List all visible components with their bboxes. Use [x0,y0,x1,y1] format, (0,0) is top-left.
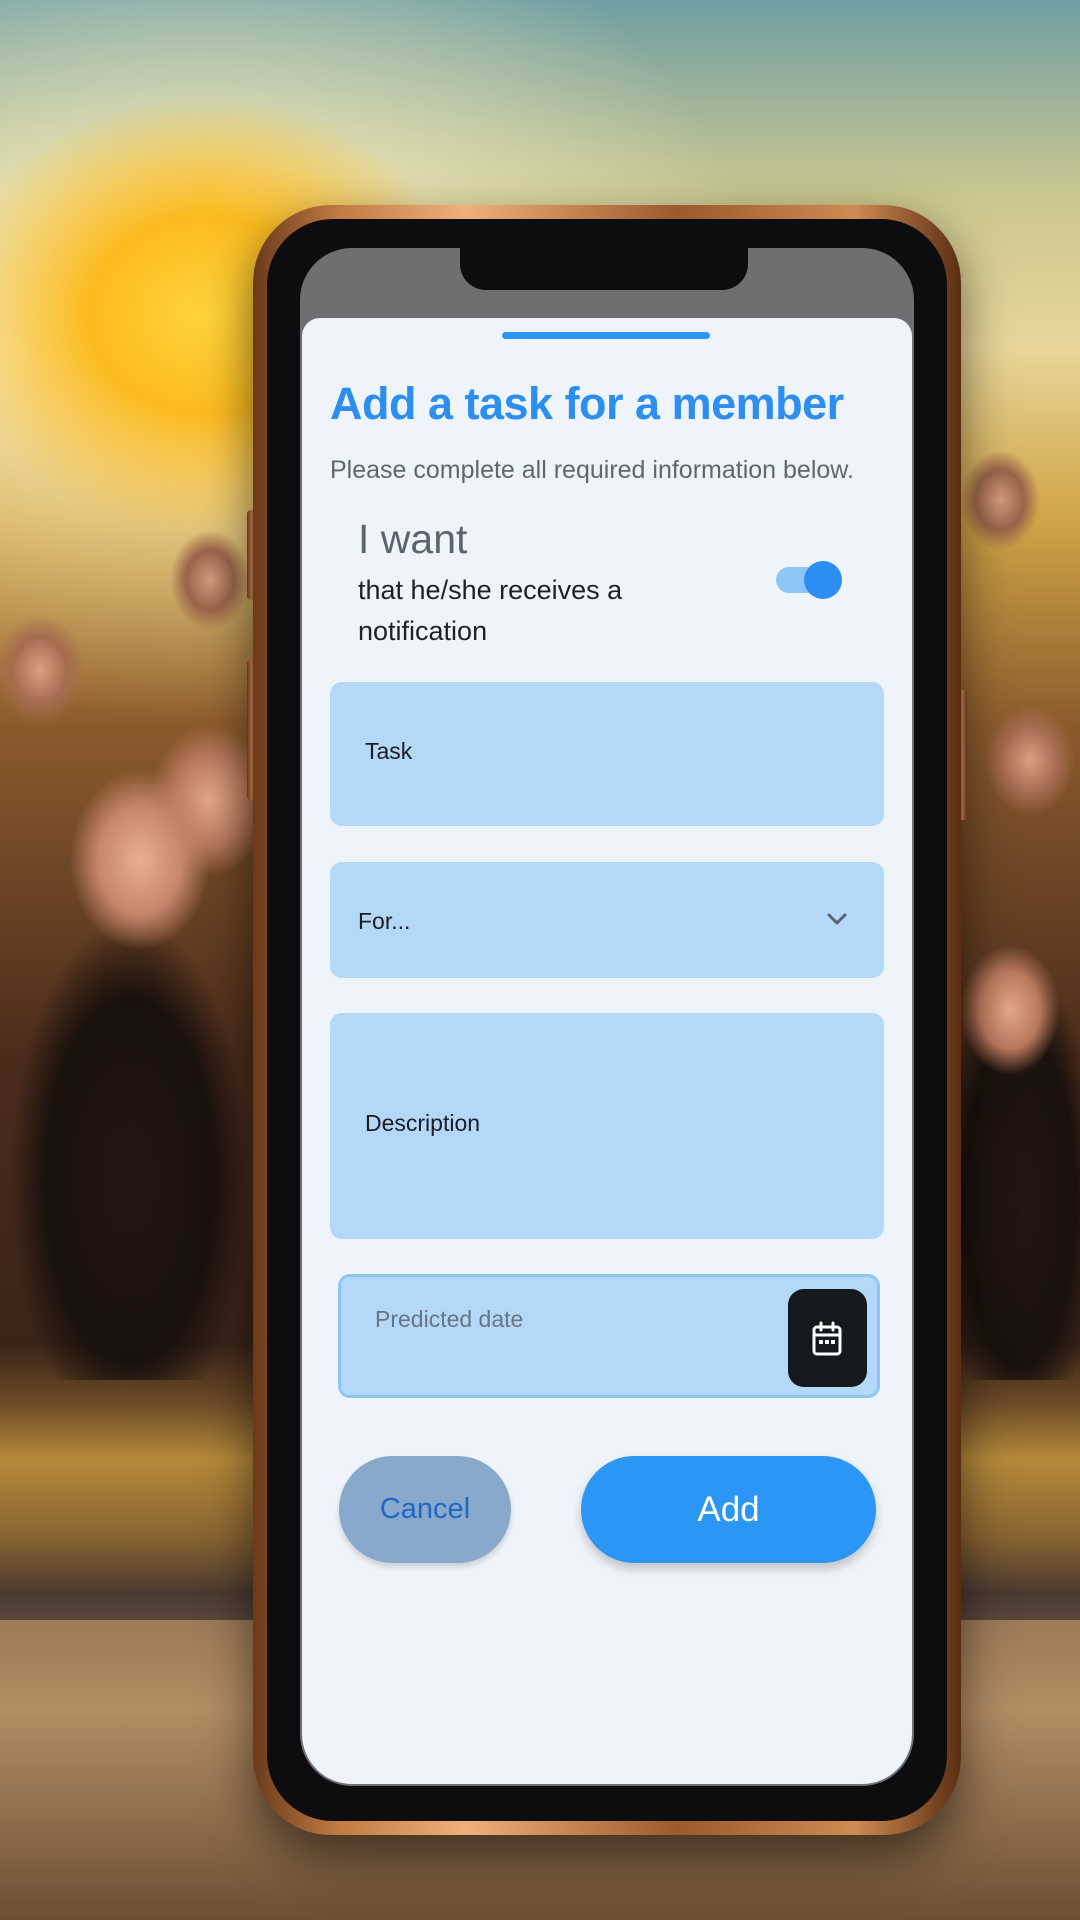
crowd-right [940,380,1080,1380]
assignee-select[interactable] [330,862,884,978]
task-input[interactable] [330,682,884,826]
description-input-label: Description [365,1110,481,1136]
add-button[interactable]: Add [581,1456,876,1563]
predicted-date-placeholder: Predicted date [375,1306,524,1332]
crowd-left [0,380,280,1380]
assignee-select-label: For... [358,908,411,934]
cancel-button[interactable]: Cancel [339,1456,511,1563]
sheet-drag-handle[interactable] [502,332,710,339]
phone-notch [460,242,748,290]
chevron-down-icon[interactable] [826,908,848,930]
page-subtitle: Please complete all required information… [330,456,854,484]
notify-heading: I want [358,516,468,562]
background-photo: Add a task for a member Please complete … [0,0,1080,1920]
notify-description: that he/she receives a notification [358,575,623,646]
task-input-label: Task [365,738,413,764]
toggle-thumb [804,561,842,599]
notify-toggle[interactable] [776,561,842,599]
calendar-icon [812,1321,842,1356]
page-title: Add a task for a member [330,378,844,429]
calendar-button[interactable] [788,1289,867,1387]
